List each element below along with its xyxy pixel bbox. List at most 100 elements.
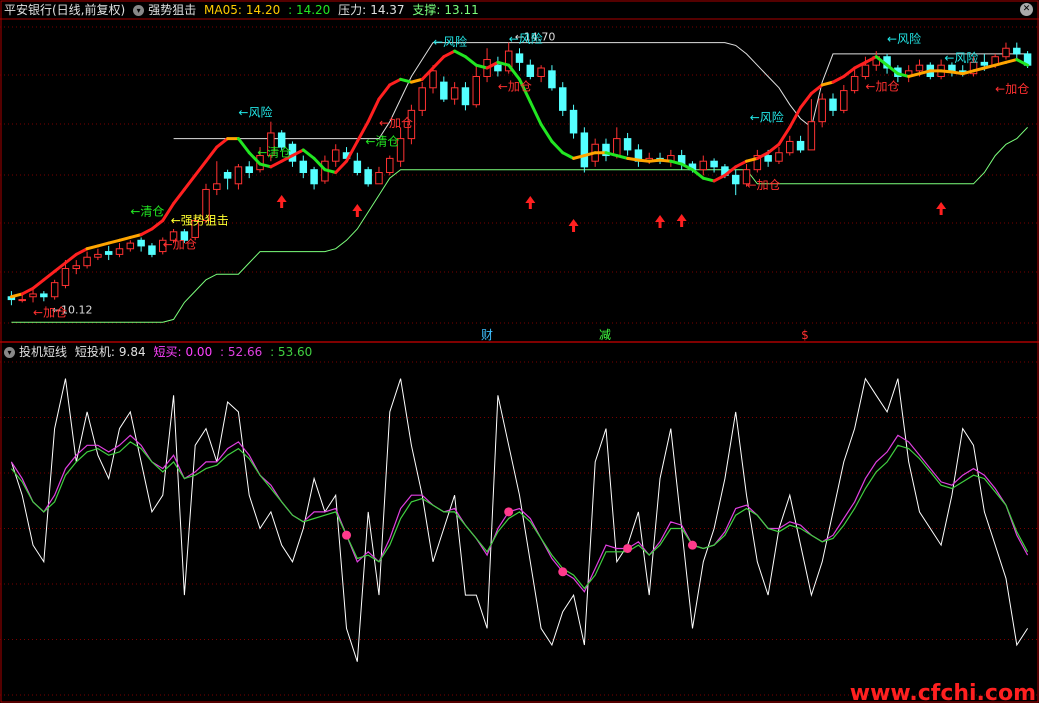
dropdown-icon[interactable]: ▾ bbox=[4, 347, 15, 358]
ma5-segment bbox=[842, 66, 857, 78]
candle-body bbox=[569, 109, 578, 134]
short-value: 9.84 bbox=[118, 345, 146, 359]
ma5-segment bbox=[215, 137, 230, 149]
ma5-segment bbox=[388, 77, 403, 87]
candle-body bbox=[418, 87, 426, 111]
candle bbox=[494, 56, 502, 77]
candle-body bbox=[623, 138, 632, 151]
candle bbox=[753, 149, 762, 173]
ma5-segment bbox=[20, 286, 35, 296]
candle-body bbox=[83, 256, 91, 267]
signal-label: ←风险 bbox=[750, 109, 784, 124]
candle bbox=[634, 144, 643, 167]
ma5-segment bbox=[690, 168, 705, 180]
candle bbox=[126, 240, 135, 252]
candle bbox=[310, 166, 318, 190]
ma5-segment bbox=[193, 159, 208, 177]
ma5-segment bbox=[9, 292, 24, 299]
ma5-segment bbox=[561, 151, 576, 160]
up-arrow-icon bbox=[655, 215, 666, 228]
ma5-segment bbox=[366, 97, 381, 124]
candle-body bbox=[137, 239, 145, 247]
candle bbox=[602, 138, 610, 162]
sub-value-3: : 53.60 bbox=[270, 345, 313, 359]
ma5-segment bbox=[96, 241, 111, 248]
candle-body bbox=[331, 149, 340, 162]
candle bbox=[418, 82, 426, 117]
candle bbox=[796, 135, 805, 153]
ma5-segment bbox=[172, 187, 186, 206]
candle-body bbox=[386, 157, 394, 173]
ma5-segment bbox=[150, 219, 165, 231]
ma5-segment bbox=[377, 83, 392, 101]
candle bbox=[137, 237, 145, 252]
short-buy-line bbox=[10, 434, 1029, 593]
ma5-segment bbox=[139, 227, 154, 237]
candle-body bbox=[699, 160, 708, 171]
signal-label: ←加仓 bbox=[33, 305, 67, 319]
candle-body bbox=[580, 132, 589, 168]
candle-body bbox=[461, 87, 470, 106]
dropdown-icon[interactable]: ▾ bbox=[133, 5, 145, 16]
support-value: 13.11 bbox=[444, 3, 479, 17]
watermark: www.cfchi.com bbox=[850, 681, 1036, 703]
close-icon[interactable]: ✕ bbox=[1020, 3, 1033, 16]
signal-label: ←风险 bbox=[944, 50, 978, 65]
candle bbox=[1002, 42, 1010, 60]
ma5-segment bbox=[204, 145, 219, 163]
event-marker: 财 bbox=[481, 328, 493, 342]
candle bbox=[440, 76, 448, 102]
candle bbox=[786, 135, 794, 156]
ma5-segment bbox=[31, 278, 46, 290]
ma5-segment bbox=[74, 247, 89, 256]
ma5-segment bbox=[107, 238, 122, 245]
pressure-label: 压力: bbox=[338, 3, 367, 17]
candle-body bbox=[50, 282, 59, 298]
ma5-value: 14.20 bbox=[245, 3, 281, 17]
candle-body bbox=[1002, 47, 1010, 58]
ma5-segment bbox=[409, 77, 424, 84]
ma5-segment bbox=[431, 55, 446, 70]
candle bbox=[775, 147, 783, 165]
ma5-segment bbox=[334, 159, 349, 174]
candle bbox=[569, 104, 578, 139]
candle-body bbox=[364, 169, 372, 185]
buy-dot bbox=[687, 540, 697, 550]
up-arrow-icon bbox=[936, 202, 947, 215]
candle bbox=[115, 243, 124, 258]
candle-body bbox=[948, 64, 956, 72]
pressure-value: 14.37 bbox=[370, 3, 405, 17]
up-arrow-icon bbox=[525, 196, 536, 209]
sub-indicator-name: 投机短线 bbox=[19, 345, 68, 359]
candle bbox=[558, 82, 567, 117]
candle-body bbox=[223, 172, 232, 179]
up-arrow-icon bbox=[276, 195, 287, 208]
ma5-segment bbox=[950, 70, 965, 76]
ma5-segment bbox=[236, 137, 251, 155]
ma5-segment bbox=[615, 154, 630, 160]
ma5-segment bbox=[701, 176, 716, 183]
candle bbox=[623, 132, 632, 156]
candle-body bbox=[796, 140, 805, 151]
candle bbox=[710, 158, 718, 173]
buy-dot bbox=[558, 567, 568, 577]
candle-body bbox=[807, 121, 816, 151]
candle bbox=[548, 65, 556, 91]
candle bbox=[299, 155, 308, 179]
candle bbox=[104, 245, 113, 261]
candle-body bbox=[537, 67, 545, 77]
candle bbox=[364, 166, 372, 187]
signal-label: ←清仓 bbox=[257, 146, 291, 160]
candle-body bbox=[731, 174, 740, 185]
up-arrow-icon bbox=[352, 204, 363, 217]
buy-value: 0.00 bbox=[185, 345, 213, 359]
signal-label: ←加仓 bbox=[747, 178, 781, 192]
candle-body bbox=[148, 245, 156, 255]
candle-body bbox=[213, 183, 221, 190]
candle bbox=[50, 279, 59, 300]
candle bbox=[699, 155, 708, 176]
candle bbox=[829, 93, 837, 117]
candle bbox=[353, 152, 362, 176]
candle-body bbox=[613, 138, 621, 157]
candle-body bbox=[818, 98, 826, 123]
